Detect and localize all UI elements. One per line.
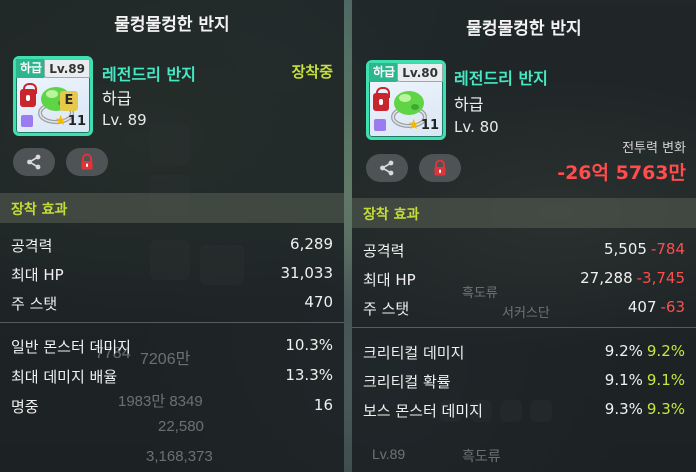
share-icon	[380, 160, 394, 176]
lock-icon	[373, 87, 390, 111]
stat-label: 주 스탯	[11, 295, 58, 313]
stat-value: 10.3%	[285, 336, 333, 354]
stat-value: 9.1% 9.1%	[605, 371, 685, 389]
item-name: 레전드리 반지	[102, 65, 196, 84]
bg-text: 1983만 8349	[118, 393, 203, 410]
bg-text: 7784	[95, 345, 131, 362]
stat-diff: -3,745	[636, 269, 685, 287]
bg-text: 흑도류	[462, 285, 498, 300]
stat-base: 5,505	[604, 240, 647, 258]
stat-label: 공격력	[11, 237, 53, 255]
section-title: 장착 효과	[363, 207, 420, 223]
stat-value: 13.3%	[285, 366, 333, 384]
potential-icon	[21, 115, 33, 127]
stat-value: 5,505 -784	[604, 240, 685, 258]
stat-label: 최대 HP	[363, 271, 416, 289]
stat-row: 보스 몬스터 데미지 9.3% 9.3%	[352, 396, 696, 424]
stat-value: 31,033	[280, 264, 334, 282]
equipped-item-tooltip: 물컹물컹한 반지 하급 Lv.89 E ★ 11 레전드리 반지 하급 Lv. …	[0, 0, 344, 472]
stat-value: 27,288 -3,745	[580, 269, 685, 287]
stat-base: 9.1%	[604, 371, 643, 389]
share-button[interactable]	[366, 154, 408, 182]
stat-value: 16	[313, 396, 333, 414]
star-icon: ★	[54, 113, 67, 129]
section-header: 장착 효과	[352, 198, 696, 228]
section-header: 장착 효과	[0, 193, 344, 223]
star-count-value: 11	[67, 113, 86, 129]
item-title: 물컹물컹한 반지	[114, 15, 230, 35]
stat-label: 최대 HP	[11, 266, 64, 284]
stat-diff: 9.2%	[646, 342, 685, 360]
stat-row: 크리티컬 확률 9.1% 9.1%	[352, 367, 696, 395]
stat-row: 공격력 6,289	[0, 231, 344, 259]
item-icon[interactable]: 하급 Lv.89 E ★ 11	[13, 56, 93, 136]
stat-base: 27,288	[580, 269, 633, 287]
divider	[0, 322, 344, 323]
item-name: 레전드리 반지	[454, 69, 548, 88]
stat-diff: 9.3%	[646, 400, 685, 418]
compare-item-tooltip: 물컹물컹한 반지 하급 Lv.80 ★ 11 레전드리 반지 하급 Lv. 80…	[352, 0, 696, 472]
stat-label: 크리티컬 데미지	[363, 344, 465, 362]
star-icon: ★	[407, 117, 420, 133]
item-icon[interactable]: 하급 Lv.80 ★ 11	[366, 60, 446, 140]
item-grade: 하급	[102, 89, 132, 108]
stat-value: 470	[304, 293, 333, 311]
bg-text: 서커스단	[502, 305, 550, 320]
stat-label: 명중	[11, 398, 39, 416]
stat-label: 크리티컬 확률	[363, 373, 451, 391]
stat-label: 주 스탯	[363, 300, 410, 318]
stat-value: 9.3% 9.3%	[605, 400, 685, 418]
stat-row: 주 스탯 470	[0, 289, 344, 317]
stat-value: 9.2% 9.2%	[605, 342, 685, 360]
stat-diff: -784	[650, 240, 685, 258]
bg-text: 흑도류	[462, 448, 501, 464]
section-title: 장착 효과	[11, 202, 68, 218]
stat-diff: 9.1%	[646, 371, 685, 389]
stat-row: 공격력 5,505 -784	[352, 236, 696, 264]
stat-diff: -63	[660, 298, 686, 316]
equipped-label: 장착중	[291, 63, 333, 81]
lock-button[interactable]	[419, 154, 461, 182]
grade-tag: 하급	[369, 63, 400, 82]
item-level: Lv. 89	[102, 111, 147, 129]
stat-value: 6,289	[290, 235, 333, 253]
potential-icon	[374, 119, 386, 131]
item-level: Lv. 80	[454, 118, 499, 136]
share-icon	[27, 154, 41, 170]
lock-icon	[20, 83, 37, 107]
bg-text: Lv.89	[372, 446, 406, 462]
bg-text: 22,580	[158, 418, 204, 435]
stat-label: 최대 데미지 배율	[11, 368, 118, 386]
star-count: ★ 11	[407, 117, 439, 133]
level-tag: Lv.80	[397, 63, 443, 82]
bg-text: 7206만	[140, 351, 191, 368]
star-count: ★ 11	[54, 113, 86, 129]
lock-button[interactable]	[66, 148, 108, 176]
stat-label: 보스 몬스터 데미지	[363, 402, 483, 420]
stat-base: 9.2%	[604, 342, 643, 360]
grade-tag: 하급	[16, 59, 47, 78]
stat-row: 크리티컬 데미지 9.2% 9.2%	[352, 338, 696, 366]
bg-text: 3,168,373	[146, 448, 213, 465]
lock-icon	[81, 153, 93, 170]
stat-base: 9.3%	[604, 400, 643, 418]
stat-value: 407 -63	[628, 298, 685, 316]
stat-row: 최대 HP 31,033	[0, 260, 344, 288]
share-button[interactable]	[13, 148, 55, 176]
equip-badge: E	[60, 91, 78, 111]
divider	[352, 327, 696, 328]
item-title: 물컹물컹한 반지	[466, 19, 582, 39]
stat-label: 공격력	[363, 242, 405, 260]
stat-row: 최대 HP 27,288 -3,745	[352, 265, 696, 293]
stat-base: 407	[627, 298, 657, 316]
combat-power-change-value: -26억 5763만	[557, 162, 686, 184]
item-grade: 하급	[454, 95, 484, 114]
level-tag: Lv.89	[44, 59, 90, 78]
combat-power-change-label: 전투력 변화	[622, 141, 686, 156]
star-count-value: 11	[420, 117, 439, 133]
lock-icon	[434, 159, 446, 176]
